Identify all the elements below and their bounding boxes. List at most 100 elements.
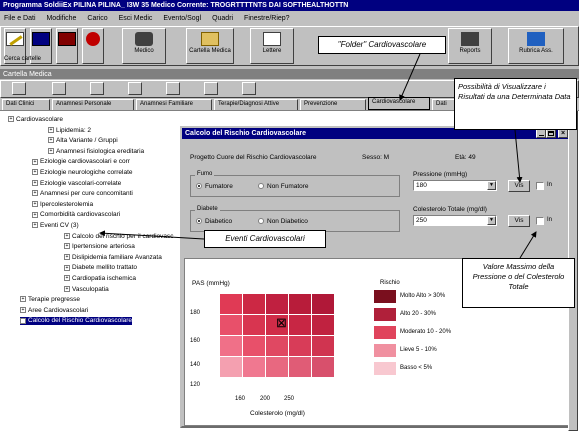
tree-expander-icon[interactable]: + <box>20 296 26 303</box>
maximize-button[interactable] <box>546 129 556 138</box>
tree-expander-icon[interactable]: + <box>32 201 38 208</box>
tab-terapie[interactable]: Terapie/Diagnosi Attive <box>214 99 298 110</box>
tab-dati[interactable]: Dati <box>432 99 456 110</box>
tree-item-label: Vasculopatia <box>72 285 109 293</box>
tab-anamnesi-familiare[interactable]: Anamnesi Familiare <box>136 99 212 110</box>
menu-evento[interactable]: Evento/Sogl <box>163 14 201 23</box>
tree-expander-icon[interactable]: + <box>32 179 38 186</box>
tree-expander-icon[interactable]: + <box>48 148 54 155</box>
tree-item[interactable]: + Calcolo del Rischio Cardiovascolare <box>20 317 133 326</box>
tab-prevenzione[interactable]: Prevenzione <box>300 99 366 110</box>
copy-icon[interactable] <box>90 82 104 95</box>
toolbar-stop-button[interactable] <box>82 28 104 64</box>
pressure-checkbox[interactable] <box>536 182 544 190</box>
chol-select[interactable]: 250 ▼ <box>413 215 497 226</box>
menu-file[interactable]: File e Dati <box>4 14 36 23</box>
tree-expander-icon[interactable]: + <box>64 254 70 261</box>
tree-expander-icon[interactable]: + <box>32 158 38 165</box>
chevron-down-icon[interactable]: ▼ <box>487 216 496 225</box>
tree-item[interactable]: + Cardiopatia ischemica <box>64 275 136 283</box>
arrow-icon[interactable] <box>204 82 218 95</box>
tree-expander-icon[interactable]: + <box>32 211 38 218</box>
non-diabetic-radio[interactable]: Non Diabetico <box>258 218 308 225</box>
tree-expander-icon[interactable]: + <box>48 137 54 144</box>
tree-item[interactable]: + Calcolo del rischio per il cardiovasc <box>64 233 174 241</box>
tree-item[interactable]: + Aree Cardiovascolari <box>20 307 88 315</box>
tree-item[interactable]: + Ipertensione arteriosa <box>64 243 135 251</box>
risk-dialog-title: Calcolo del Rischio Cardiovascolare <box>185 130 306 137</box>
tree-item[interactable]: + Alta Variante / Gruppi <box>48 137 118 145</box>
menu-finestre[interactable]: Finestre/Riep? <box>244 14 290 23</box>
tree-expander-icon[interactable]: + <box>64 264 70 271</box>
menu-carico[interactable]: Carico <box>87 14 107 23</box>
tree-expander-icon[interactable]: + <box>64 232 70 239</box>
heatmap-cell <box>289 336 311 356</box>
tree-expander-icon[interactable]: + <box>48 126 54 133</box>
tree-item[interactable]: + Terapie pregresse <box>20 296 80 304</box>
tab-dati-clinici[interactable]: Dati Clinici <box>2 99 50 110</box>
tree-item[interactable]: + Anamnesi per cure concomitanti <box>32 190 133 198</box>
toolbar-lettere-button[interactable]: Lettere <box>250 28 294 64</box>
tree-item[interactable]: + Anamnesi fisiologica ereditaria <box>48 148 144 156</box>
tree-item[interactable]: + Vasculopatia <box>64 286 109 294</box>
toolbar-home-button[interactable] <box>56 28 78 64</box>
x-tick-250: 250 <box>284 396 295 402</box>
smoker-radio[interactable]: Fumatore <box>196 183 233 190</box>
tree-item[interactable]: + Eziologie vascolari-correlate <box>32 180 121 188</box>
tab-cardiovascolare[interactable]: Cardiovascolare <box>368 97 430 110</box>
heatmap-cell <box>312 294 334 314</box>
tree-expander-icon[interactable]: + <box>20 307 26 314</box>
tree-expander-icon[interactable]: + <box>64 285 70 292</box>
toolbar-rubrica-button[interactable]: Rubrica Ass. <box>508 28 564 64</box>
tree-expander-icon[interactable]: + <box>32 190 38 197</box>
print-icon[interactable] <box>12 82 26 95</box>
tree-item[interactable]: + Cardiovascolare <box>8 116 63 124</box>
tree-item[interactable]: + Ipercolesterolemia <box>32 201 93 209</box>
menu-modifiche[interactable]: Modifiche <box>46 14 76 23</box>
tree-item[interactable]: + Comorbidità cardiovascolari <box>32 211 120 219</box>
tree-item-label: Calcolo del Rischio Cardiovascolare <box>28 317 133 325</box>
non-smoker-radio[interactable]: Non Fumatore <box>258 183 309 190</box>
menu-quadri[interactable]: Quadri <box>212 14 233 23</box>
clock-icon[interactable] <box>166 82 180 95</box>
tree-expander-icon[interactable]: + <box>64 275 70 282</box>
toolbar-medico-button[interactable]: Medico <box>122 28 166 64</box>
tree-item[interactable]: + Eziologie cardiovascolari e corr <box>32 158 130 166</box>
tree-expander-icon[interactable]: + <box>32 169 38 176</box>
heatmap-cell <box>289 357 311 377</box>
tree-item[interactable]: + Eventi CV (3) <box>32 222 79 230</box>
chol-vis-button[interactable]: Vis <box>508 215 530 227</box>
tab-anamnesi-personale[interactable]: Anamnesi Personale <box>52 99 134 110</box>
legend-title: Rischio <box>380 280 400 286</box>
menu-esci[interactable]: Esci Medic <box>119 14 153 23</box>
heatmap-cell <box>289 315 311 335</box>
tree-item-label: Anamnesi fisiologica ereditaria <box>56 147 145 155</box>
diabetic-radio[interactable]: Diabetico <box>196 218 232 225</box>
chevron-down-icon[interactable]: ▼ <box>487 181 496 190</box>
tree-expander-icon[interactable]: + <box>20 317 26 324</box>
toolbar-reports-button[interactable]: Reports <box>448 28 492 64</box>
tree-expander-icon[interactable]: + <box>32 222 38 229</box>
close-button[interactable]: × <box>558 129 568 138</box>
smoke-group-label: Fumo <box>195 171 215 177</box>
tree-expander-icon[interactable]: + <box>8 116 14 123</box>
diabetes-group-label: Diabete <box>195 206 220 212</box>
floppy-icon[interactable] <box>52 82 66 95</box>
toolbar-cartella-button[interactable]: Cartella Medica <box>186 28 234 64</box>
upload-icon[interactable] <box>242 82 256 95</box>
pressure-select[interactable]: 180 ▼ <box>413 180 497 191</box>
legend-label: Basso < 5% <box>400 365 433 371</box>
tree-item[interactable]: + Lipidemia: 2 <box>48 127 91 135</box>
app-title: Programma SoldiiEx PILINA PILINA_ I3W 35… <box>3 2 349 9</box>
tree-item[interactable]: + Diabete mellito trattato <box>64 264 137 272</box>
tab-label: Prevenzione <box>304 101 338 107</box>
heatmap-cell <box>220 336 242 356</box>
heatmap-cell <box>243 315 265 335</box>
tree-item[interactable]: + Dislipidemia familiare Avanzata <box>64 254 162 262</box>
minimize-button[interactable] <box>536 129 546 138</box>
tree-item[interactable]: + Eziologie neurologiche correlate <box>32 169 133 177</box>
tree-expander-icon[interactable]: + <box>64 243 70 250</box>
pressure-vis-button[interactable]: Vis <box>508 180 530 192</box>
home-small-icon[interactable] <box>128 82 142 95</box>
chol-checkbox[interactable] <box>536 217 544 225</box>
